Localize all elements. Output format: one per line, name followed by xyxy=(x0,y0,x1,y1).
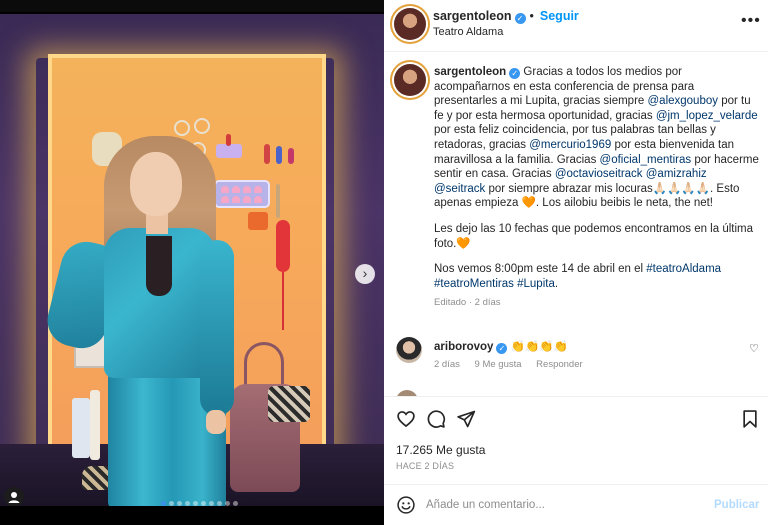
comment-item: ariborovoy ✓ 👏👏👏👏 2 días 9 Me gusta Respo… xyxy=(384,334,768,374)
woman-top xyxy=(146,236,172,296)
ring-prop xyxy=(174,120,190,136)
bookmark-save-icon[interactable] xyxy=(740,409,760,429)
caption-paragraph: Nos vemos 8:00pm este 14 de abril en el … xyxy=(434,262,760,291)
commenter-avatar[interactable] xyxy=(396,337,422,363)
like-heart-icon[interactable] xyxy=(396,409,416,429)
carousel-dot xyxy=(233,501,238,506)
comment-composer: Publicar xyxy=(384,484,768,525)
bottle-prop xyxy=(72,398,90,458)
woman-face xyxy=(130,152,182,216)
caption-avatar[interactable] xyxy=(394,64,426,96)
post-caption: sargentoleon ✓ Gracias a todos los medios… xyxy=(434,65,760,311)
carousel-dot xyxy=(209,501,214,506)
heart-tray-prop xyxy=(214,180,270,208)
share-send-icon[interactable] xyxy=(456,409,476,429)
lipstick-prop xyxy=(226,134,231,146)
comment-meta: 2 días 9 Me gusta Responder xyxy=(434,359,595,370)
carousel-indicator xyxy=(161,501,238,506)
reply-button[interactable]: Responder xyxy=(536,359,582,370)
caption-username[interactable]: sargentoleon xyxy=(434,66,506,78)
mention-link[interactable]: @mercurio1969 xyxy=(529,139,611,151)
mention-link[interactable]: @alexgouboy xyxy=(648,95,719,107)
carousel-dot xyxy=(161,501,166,506)
comment-time: 2 días xyxy=(434,359,460,370)
post-actions: 17.265 Me gusta HACE 2 DÍAS xyxy=(384,396,768,484)
comment-likes[interactable]: 9 Me gusta xyxy=(475,359,522,370)
hashtag-link[interactable]: #Lupita xyxy=(517,278,555,290)
post-header: sargentoleon ✓ • Seguir Teatro Aldama ••• xyxy=(384,0,768,52)
carousel-dot xyxy=(177,501,182,506)
woman-hand xyxy=(206,410,226,434)
palette-prop xyxy=(216,144,242,158)
separator-dot: • xyxy=(529,9,534,23)
verified-badge-icon: ✓ xyxy=(514,13,526,24)
comment-bubble-icon[interactable] xyxy=(426,409,446,429)
hashtag-link[interactable]: #teatroAldama xyxy=(646,263,721,275)
brush-prop xyxy=(276,184,280,218)
nailpolish-prop xyxy=(276,146,282,164)
likes-count[interactable]: 17.265 Me gusta xyxy=(396,443,485,457)
woman-right-arm xyxy=(200,240,234,416)
commenter-username[interactable]: ariborovoy xyxy=(434,341,493,353)
caption-text: Nos vemos 8:00pm este 14 de abril en el xyxy=(434,263,644,276)
comment-input[interactable] xyxy=(426,493,706,517)
red-phone-prop xyxy=(276,220,290,272)
mention-link[interactable]: @seitrack xyxy=(434,183,485,195)
publish-button[interactable]: Publicar xyxy=(714,499,759,511)
caption-paragraph: Les dejo las 10 fechas que podemos encon… xyxy=(434,222,754,250)
comment-text: 👏👏👏👏 xyxy=(510,341,568,353)
comment-line: ariborovoy ✓ 👏👏👏👏 xyxy=(434,339,568,354)
post-age: HACE 2 DÍAS xyxy=(396,461,455,471)
author-line: sargentoleon ✓ • Seguir xyxy=(433,9,579,24)
carousel-dot xyxy=(185,501,190,506)
ring-prop xyxy=(194,118,210,134)
post-photo[interactable]: › xyxy=(0,14,384,506)
mention-link[interactable]: @oficial_mentiras xyxy=(600,154,692,166)
carousel-dot xyxy=(169,501,174,506)
box-prop xyxy=(248,212,268,230)
follow-button[interactable]: Seguir xyxy=(540,9,579,23)
carousel-next-button[interactable]: › xyxy=(355,264,375,284)
carousel-dot xyxy=(193,501,198,506)
caption-paragraph: sargentoleon ✓ Gracias a todos los medios… xyxy=(434,65,760,211)
post-details-panel: sargentoleon ✓ • Seguir Teatro Aldama ••• s… xyxy=(384,0,768,525)
carousel-dot xyxy=(217,501,222,506)
caption-edited-time: Editado · 2 días xyxy=(434,297,501,309)
caption-text: . xyxy=(554,277,559,290)
carousel-dot xyxy=(225,501,230,506)
author-avatar[interactable] xyxy=(394,8,426,40)
comments-scroll-area[interactable]: sargentoleon ✓ Gracias a todos los medios… xyxy=(384,52,768,396)
nailpolish-prop xyxy=(288,148,294,164)
mention-link[interactable]: @jm_lopez_velarde xyxy=(656,110,758,122)
hashtag-link[interactable]: #teatroMentiras xyxy=(434,278,514,290)
carousel-dot xyxy=(201,501,206,506)
mention-link[interactable]: @octavioseitrack xyxy=(555,168,643,180)
more-options-icon[interactable]: ••• xyxy=(741,12,761,30)
phone-cord xyxy=(282,272,284,330)
verified-badge-icon: ✓ xyxy=(496,343,508,354)
instagram-post-window: › sargentoleon ✓ • Seguir Teatro Aldama •••… xyxy=(0,0,768,525)
verified-badge-icon: ✓ xyxy=(509,68,521,79)
location-link[interactable]: Teatro Aldama xyxy=(433,26,503,38)
emoji-icon[interactable] xyxy=(396,495,416,515)
scarf-prop xyxy=(268,386,310,422)
author-username[interactable]: sargentoleon xyxy=(433,9,512,23)
mention-link[interactable]: @amizrahiz xyxy=(646,168,707,180)
user-tag-icon[interactable] xyxy=(4,487,24,506)
comment-like-heart-icon[interactable]: ♡ xyxy=(749,342,759,355)
bottle-prop xyxy=(90,390,100,460)
nailpolish-prop xyxy=(264,144,270,164)
person-icon xyxy=(8,492,20,503)
